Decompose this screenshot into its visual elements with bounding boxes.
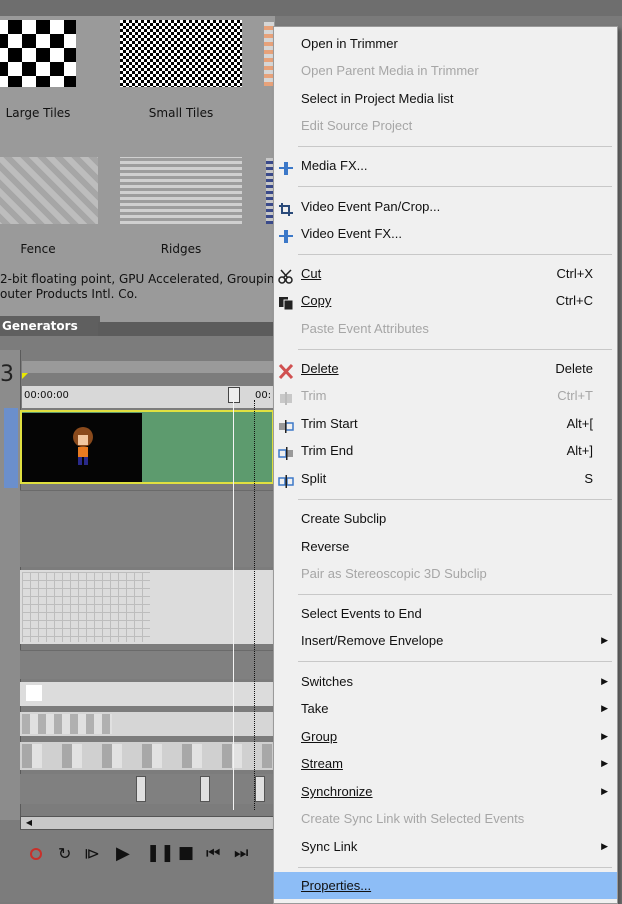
menu-item-media-fx[interactable]: Media FX...: [274, 152, 617, 179]
menu-item-create-subclip[interactable]: Create Subclip: [274, 505, 617, 532]
menu-item-group[interactable]: Group ▶: [274, 723, 617, 750]
menu-item-select-events-to-end[interactable]: Select Events to End: [274, 600, 617, 627]
cursor-line: [254, 400, 255, 810]
small-tiles-label: Small Tiles: [148, 106, 214, 120]
menu-item-open-in-trimmer[interactable]: Open in Trimmer: [274, 30, 617, 57]
menu-item-trim-start[interactable]: Trim Start Alt+[: [274, 410, 617, 437]
menu-item-copy[interactable]: Copy Ctrl+C: [274, 287, 617, 314]
play-icon[interactable]: ▶: [116, 843, 130, 864]
fence-label: Fence: [20, 242, 56, 256]
go-to-end-icon[interactable]: ⏭: [234, 843, 248, 863]
split-icon: [278, 471, 294, 488]
generator-info-line1: 2-bit floating point, GPU Accelerated, G…: [0, 272, 275, 286]
menu-item-select-in-project-media[interactable]: Select in Project Media list: [274, 85, 617, 112]
menu-separator: [298, 661, 612, 662]
menu-item-take[interactable]: Take ▶: [274, 695, 617, 722]
menu-separator: [298, 254, 612, 255]
menu-item-pair-stereoscopic[interactable]: Pair as Stereoscopic 3D Subclip: [274, 560, 617, 587]
small-tiles-thumbnail[interactable]: [120, 20, 242, 87]
empty-track[interactable]: [20, 490, 274, 567]
menu-item-split[interactable]: Split S: [274, 465, 617, 492]
context-menu: Open in Trimmer Open Parent Media in Tri…: [273, 26, 618, 904]
menu-item-insert-remove-envelope[interactable]: Insert/Remove Envelope ▶: [274, 627, 617, 654]
go-to-start-icon[interactable]: ⏮: [206, 843, 220, 863]
menu-separator: [298, 867, 612, 868]
submenu-arrow-icon: ▶: [601, 758, 608, 768]
trim-end-icon: [278, 443, 294, 460]
trim-icon: [278, 388, 294, 405]
menu-item-sync-link[interactable]: Sync Link ▶: [274, 833, 617, 860]
record-icon[interactable]: [30, 848, 42, 860]
menu-item-paste-event-attributes[interactable]: Paste Event Attributes: [274, 315, 617, 342]
menu-separator: [298, 146, 612, 147]
scroll-left-icon[interactable]: ◀: [22, 818, 36, 828]
menu-item-delete[interactable]: Delete Delete: [274, 355, 617, 382]
submenu-arrow-icon: ▶: [601, 676, 608, 686]
clip-marker[interactable]: [136, 776, 146, 802]
generator-info-line2: outer Products Intl. Co.: [0, 287, 138, 301]
tiles-event-thumbnail: [22, 714, 112, 734]
submenu-arrow-icon: ▶: [601, 635, 608, 645]
media-fx-icon: [278, 158, 294, 175]
clip-marker[interactable]: [200, 776, 210, 802]
menu-separator: [298, 594, 612, 595]
play-from-start-icon[interactable]: ⧐: [84, 844, 100, 863]
fence-thumbnail[interactable]: [0, 157, 98, 224]
menu-item-video-event-fx[interactable]: Video Event FX...: [274, 220, 617, 247]
menu-item-properties[interactable]: Properties...: [274, 872, 617, 899]
selected-track-indicator: [4, 408, 18, 488]
ridges-label: Ridges: [160, 242, 202, 256]
pause-icon[interactable]: ❚❚: [146, 843, 175, 863]
menu-item-open-parent-media[interactable]: Open Parent Media in Trimmer: [274, 57, 617, 84]
submenu-arrow-icon: ▶: [601, 703, 608, 713]
ridges-thumbnail[interactable]: [120, 157, 242, 224]
tab-generators[interactable]: Generators: [0, 316, 100, 336]
top-strip: [0, 0, 622, 16]
large-tiles-label: Large Tiles: [5, 106, 71, 120]
delete-icon: [278, 361, 294, 380]
clip-marker[interactable]: [255, 776, 265, 802]
menu-item-stream[interactable]: Stream ▶: [274, 750, 617, 777]
scissors-icon: [278, 266, 294, 284]
copy-icon: [278, 293, 294, 311]
crop-icon: [278, 199, 294, 216]
menu-separator: [298, 499, 612, 500]
grid-event-thumbnail: [22, 572, 150, 642]
loop-playback-icon[interactable]: ↻: [58, 844, 71, 863]
tiles-event-thumbnail-2: [22, 744, 272, 768]
menu-separator: [298, 186, 612, 187]
loop-marker-icon[interactable]: [22, 373, 28, 379]
submenu-arrow-icon: ▶: [601, 786, 608, 796]
trim-start-icon: [278, 416, 294, 433]
playhead-handle[interactable]: [228, 387, 240, 403]
submenu-arrow-icon: ▶: [601, 731, 608, 741]
menu-item-edit-source-project[interactable]: Edit Source Project: [274, 112, 617, 139]
large-tiles-thumbnail[interactable]: [0, 20, 76, 87]
transport-bar: ↻ ⧐ ▶ ❚❚ ■ ⏮ ⏭: [22, 840, 275, 870]
menu-item-switches[interactable]: Switches ▶: [274, 668, 617, 695]
track-row[interactable]: [20, 682, 274, 706]
track-row[interactable]: [20, 650, 274, 679]
menu-item-cut[interactable]: Cut Ctrl+X: [274, 260, 617, 287]
menu-separator: [298, 349, 612, 350]
menu-item-trim[interactable]: Trim Ctrl+T: [274, 382, 617, 409]
playhead-line: [233, 400, 234, 810]
menu-item-reverse[interactable]: Reverse: [274, 533, 617, 560]
timecode-next: 00:: [255, 390, 272, 401]
tab-strip: [98, 322, 275, 336]
timecode-start: 00:00:00: [24, 390, 69, 401]
marker-bar: [22, 361, 275, 373]
menu-item-trim-end[interactable]: Trim End Alt+]: [274, 437, 617, 464]
horizontal-scrollbar[interactable]: [20, 816, 274, 830]
track-number: 3: [0, 362, 14, 387]
video-fx-icon: [278, 226, 294, 243]
character-sprite-icon: [70, 425, 96, 467]
track-row[interactable]: [20, 774, 274, 804]
menu-item-pan-crop[interactable]: Video Event Pan/Crop...: [274, 193, 617, 220]
menu-item-create-sync-link[interactable]: Create Sync Link with Selected Events: [274, 805, 617, 832]
sprite-thumb-icon: [26, 685, 42, 701]
stop-icon[interactable]: ■: [178, 843, 194, 863]
menu-item-synchronize[interactable]: Synchronize ▶: [274, 778, 617, 805]
submenu-arrow-icon: ▶: [601, 841, 608, 851]
